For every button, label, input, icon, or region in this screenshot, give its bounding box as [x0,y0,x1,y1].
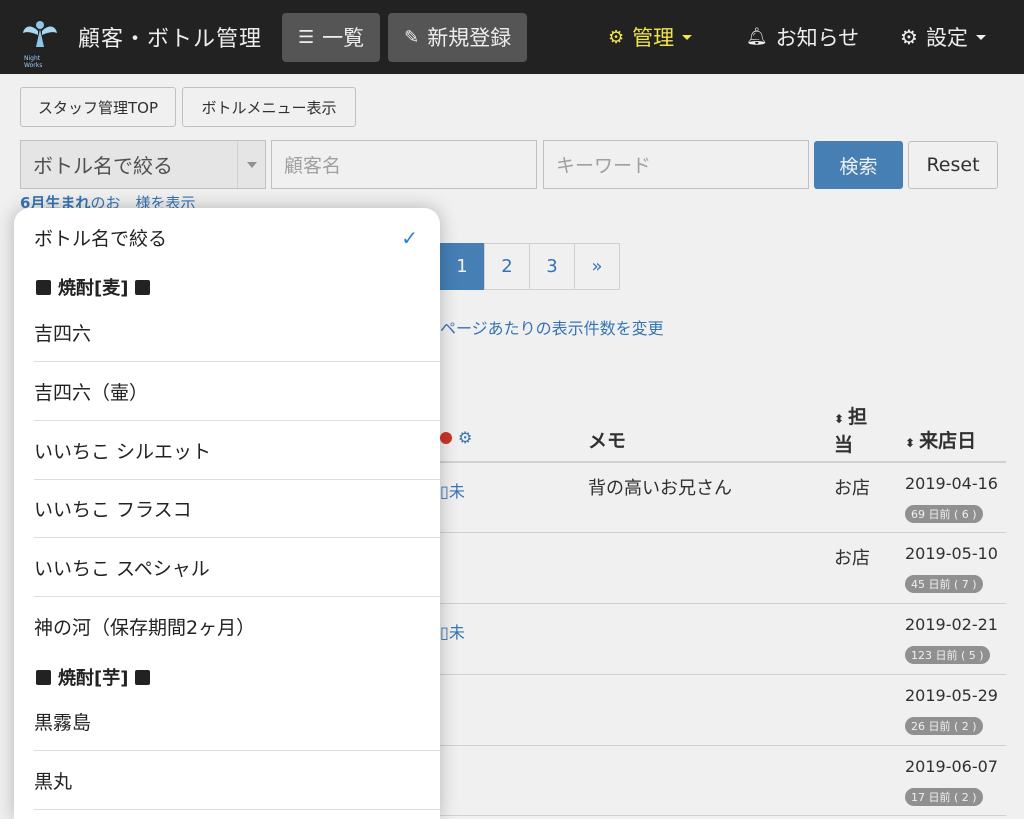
chevron-down-icon [682,34,693,40]
row-mark-text: 未 [448,623,465,642]
admin-label: 管理 [632,26,675,50]
page-next[interactable]: » [574,243,620,290]
logo-text: Night Works [24,55,43,69]
header-divider [440,461,1006,463]
row-divider [440,745,1006,746]
dropdown-option[interactable]: いいちこ シルエット [34,421,440,480]
phone-icon: ▯ [440,482,449,501]
dropdown-option[interactable]: 吉四六 [34,303,440,362]
page-2[interactable]: 2 [484,243,530,290]
dropdown-option-label: ボトル名で絞る [34,228,168,250]
group-label: 焼酎[芋] [58,668,129,689]
row-mark-text: 未 [448,482,465,501]
row-mark[interactable]: ▯未 [440,619,465,643]
row-divider [440,674,1006,675]
row-badge: 26 日前 ( 2 ) [905,717,983,735]
sort-icon: ⬍ [834,412,845,426]
app-title[interactable]: 顧客・ボトル管理 [78,21,262,53]
square-icon [36,669,51,685]
new-register-button[interactable]: ✎ 新規登録 [388,12,528,62]
row-date: 2019-05-10 [905,544,998,563]
pagination: 1 2 3 » [439,243,620,290]
bell-icon: 🔔︎ [746,27,768,47]
gear-icon: ⚙ [900,25,918,49]
header-raiten-label: 来店日 [919,430,977,452]
keyword-input[interactable]: キーワード [543,140,809,189]
logo[interactable]: Night Works [22,17,58,69]
row-tanto: お店 [834,548,870,569]
sort-icon: ⬍ [905,436,916,450]
select-arrow-icon [237,141,265,188]
list-button[interactable]: ☰ 一覧 [282,12,381,62]
square-icon [135,279,151,295]
square-icon [135,669,151,685]
page-1[interactable]: 1 [439,243,485,290]
settings-menu[interactable]: ⚙ 設定 [900,0,986,74]
dropdown-group-mugi: 焼酎[麦] [34,274,157,300]
bottle-select[interactable]: ボトル名で絞る [20,140,266,189]
customer-name-input[interactable]: 顧客名 [271,140,537,189]
bottle-menu-button[interactable]: ボトルメニュー表示 [182,87,356,127]
dropdown-option[interactable]: 黒丸 [34,751,440,810]
per-page-link[interactable]: ページあたりの表示件数を変更 [440,315,664,339]
row-divider [440,815,1006,816]
group-label: 焼酎[麦] [58,278,129,299]
dropdown-option[interactable]: いいちこ フラスコ [34,479,440,538]
square-icon [36,279,51,295]
row-badge: 69 日前 ( 6 ) [905,505,983,523]
dropdown-option[interactable]: 神の河（保存期間2ヶ月） [34,597,440,656]
notice-menu[interactable]: 🔔︎ お知らせ [746,0,859,74]
settings-label: 設定 [925,26,968,50]
row-badge: 17 日前 ( 2 ) [905,788,983,806]
list-label: 一覧 [322,26,365,50]
navbar: Night Works 顧客・ボトル管理 ☰ 一覧 ✎ 新規登録 ⚙ 管理 🔔︎… [0,0,1024,74]
checkmark-icon: ✓ [401,225,418,250]
row-date: 2019-05-29 [905,686,998,705]
admin-menu[interactable]: ⚙ 管理 [608,0,693,74]
bottle-select-dropdown: ボトル名で絞る ✓ 焼酎[麦] 吉四六 吉四六（壷） いいちこ シルエット いい… [14,208,440,819]
bottle-select-value: ボトル名で絞る [33,154,173,178]
row-badge: 45 日前 ( 7 ) [905,575,983,593]
search-button[interactable]: 検索 [814,141,903,189]
page-3[interactable]: 3 [529,243,575,290]
dropdown-option[interactable]: 黒霧島 [34,692,440,751]
row-tanto: お店 [834,478,870,499]
dropdown-group-imo: 焼酎[芋] [34,664,157,690]
pencil-icon: ✎ [404,26,420,48]
row-date: 2019-06-07 [905,757,998,776]
notice-label: お知らせ [775,26,860,50]
list-icon: ☰ [298,26,315,48]
dropdown-option[interactable]: 吉四六（壷） [34,362,440,421]
dropdown-option-selected[interactable]: ボトル名で絞る ✓ [34,208,440,267]
chevron-down-icon [975,34,986,40]
staff-top-button[interactable]: スタッフ管理TOP [20,87,176,127]
reset-button[interactable]: Reset [908,141,998,189]
row-mark[interactable]: ▯未 [440,478,465,502]
row-divider [440,532,1006,533]
row-badge: 123 日前 ( 5 ) [905,646,990,664]
dropdown-option[interactable]: いいちこ スペシャル [34,538,440,597]
gear-icon[interactable]: ⚙ [458,428,472,447]
row-date: 2019-02-21 [905,615,998,634]
header-status-icons: ⚙ [440,428,472,447]
header-raiten[interactable]: ⬍ 来店日 [905,426,976,453]
row-memo: 背の高いお兄さん [588,478,732,499]
header-tanto[interactable]: ⬍ 担当 [834,404,884,458]
angel-wings-icon [23,21,57,47]
gears-icon: ⚙ [608,26,625,48]
phone-icon: ▯ [440,623,449,642]
new-register-label: 新規登録 [427,26,512,50]
row-date: 2019-04-16 [905,474,998,493]
row-divider [440,603,1006,604]
header-memo: メモ [588,430,627,452]
alert-icon [440,431,452,444]
